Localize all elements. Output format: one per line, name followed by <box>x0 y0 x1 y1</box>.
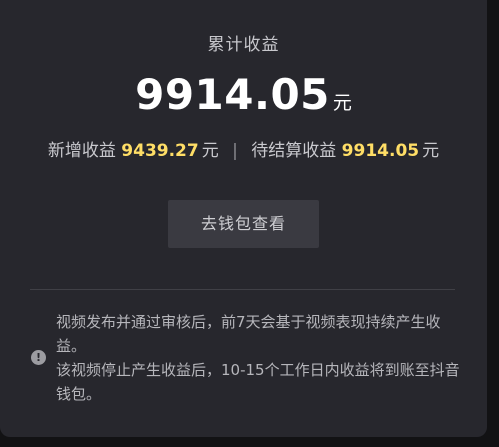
pending-earnings-amount: 9914.05 <box>341 141 420 161</box>
total-amount: 9914.05 <box>135 70 330 119</box>
earnings-title: 累计收益 <box>207 35 280 55</box>
total-earnings: 9914.05 元 <box>0 70 487 119</box>
pending-earnings-label: 待结算收益 <box>251 141 337 161</box>
new-earnings-label: 新增收益 <box>47 141 116 161</box>
notice-line-2: 该视频停止产生收益后，10-15个工作日内收益将到账至抖音钱包。 <box>56 361 460 403</box>
new-earnings-unit: 元 <box>201 141 219 161</box>
earnings-notice: 视频发布并通过审核后，前7天会基于视频表现持续产生收益。 该视频停止产生收益后，… <box>56 310 466 406</box>
pending-earnings-unit: 元 <box>422 141 440 161</box>
earnings-breakdown: 新增收益 9439.27 元 | 待结算收益 9914.05 元 <box>0 136 487 161</box>
notice-line-1: 视频发布并通过审核后，前7天会基于视频表现持续产生收益。 <box>56 313 441 355</box>
stats-separator: | <box>232 141 238 161</box>
new-earnings-amount: 9439.27 <box>121 141 199 161</box>
total-unit: 元 <box>332 92 352 114</box>
view-wallet-button[interactable]: 去钱包查看 <box>168 200 319 248</box>
info-icon: ! <box>31 350 46 365</box>
divider <box>30 289 455 290</box>
earnings-panel: 累计收益 9914.05 元 新增收益 9439.27 元 | 待结算收益 9914… <box>0 0 487 437</box>
